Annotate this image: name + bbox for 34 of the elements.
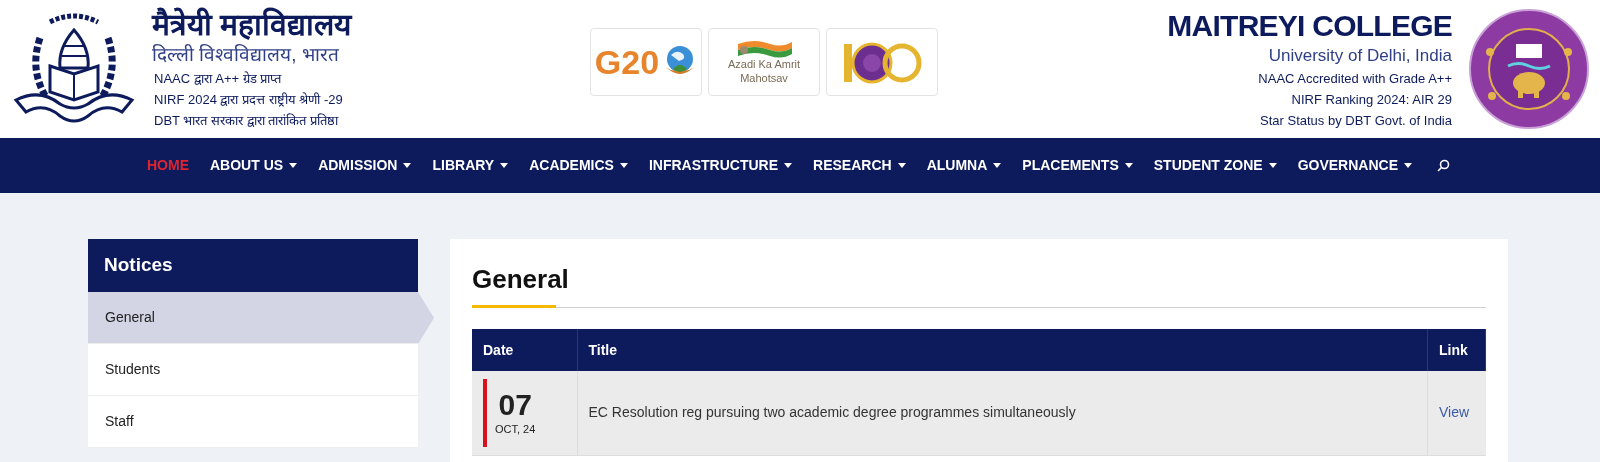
nav-link[interactable]: ACADEMICS [529,155,628,176]
accreditation-text: NAAC Accredited with Grade A++ [1258,69,1452,88]
nav-link[interactable]: ALUMNA [926,155,1002,176]
university-name: University of Delhi, India [1268,44,1452,67]
nav-link[interactable]: INFRASTRUCTURE [648,155,793,176]
university-seal-icon [1468,8,1590,130]
nav-link[interactable]: ABOUT US [210,155,298,176]
accreditation-text: NIRF Ranking 2024: AIR 29 [1291,90,1452,109]
partner-logo-card[interactable] [826,28,938,96]
nav-link[interactable]: STUDENT ZONE [1153,155,1277,176]
nav-link[interactable]: LIBRARY [432,155,509,176]
accreditation-text: Star Status by DBT Govt. of India [1260,111,1452,130]
search-icon[interactable] [1437,159,1450,172]
college-name: MAITREYI COLLEGE [1167,7,1452,44]
section-heading: General [472,263,570,296]
g20-logo-text: G20 [594,45,660,79]
sidebar-title: Notices [88,239,418,292]
hindi-college-name: मैत्रेयी महाविद्यालय [152,7,354,42]
hindi-accreditation-text: NAAC द्वारा A++ ग्रेड प्राप्त [154,69,283,88]
notice-title: EC Resolution reg pursuing two academic degree programmes simultaneously [577,371,1428,455]
date-month-year: OCT, 24 [495,421,536,437]
hindi-accreditation-text: DBT भारत सरकार द्वारा तारांकित प्रतिष्ठा [154,111,340,130]
partner-logo-card[interactable]: Azadi Ka Amrit Mahotsav [708,28,820,96]
date-marker [483,378,487,447]
hindi-accreditation-text: NIRF 2024 द्वारा प्रदत्त राष्ट्रीय श्रेणी -29 [154,90,344,109]
azadi-logo-text: Azadi Ka Amrit Mahotsav [726,58,802,86]
hindi-university-name: दिल्ली विश्वविद्यालय, भारत [152,42,340,67]
nav-link[interactable]: ADMISSION [318,155,412,176]
date-day: 07 [498,388,532,421]
nav-link[interactable]: RESEARCH [813,155,906,176]
view-link[interactable]: View [1439,404,1470,421]
nav-link[interactable]: PLACEMENTS [1022,155,1133,176]
sidebar-item[interactable]: General [88,292,418,344]
nav-link[interactable]: GOVERNANCE [1297,155,1412,176]
